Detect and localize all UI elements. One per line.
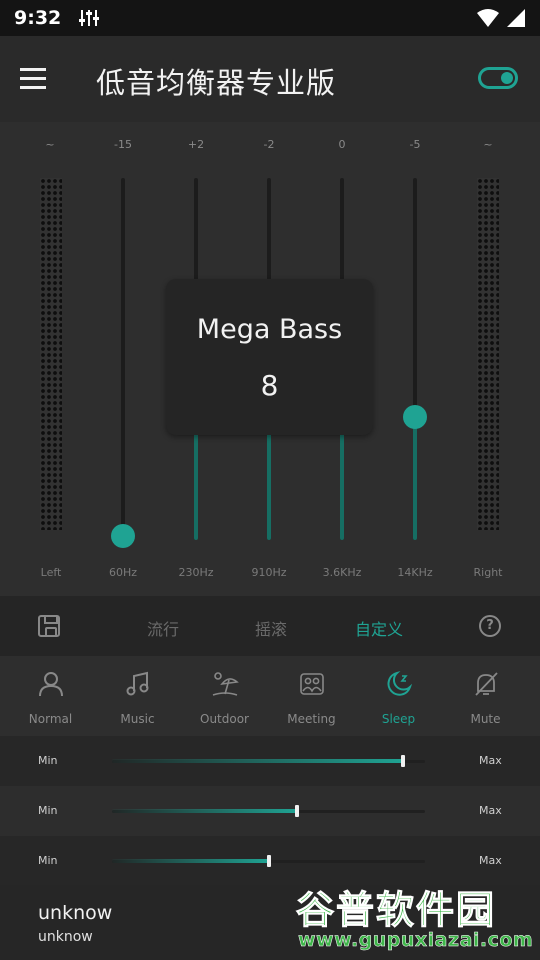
band-5-fill xyxy=(413,416,417,540)
track-artist: unknow xyxy=(38,929,93,945)
band-2-gain-label: +2 xyxy=(187,138,205,151)
music-note-icon xyxy=(126,671,149,696)
slider-3-max-label: Max xyxy=(479,854,502,867)
left-speaker-grille xyxy=(40,178,62,530)
mega-bass-popup: Mega Bass 8 xyxy=(166,279,373,435)
mode-mute[interactable]: Mute xyxy=(442,656,529,736)
mode-music-label: Music xyxy=(120,712,155,726)
status-bar: 9:32 xyxy=(0,0,540,36)
slider-2-thumb[interactable] xyxy=(294,805,299,817)
enable-toggle[interactable] xyxy=(478,67,518,89)
popup-title: Mega Bass xyxy=(196,314,343,345)
band-1-gain-label: -15 xyxy=(114,138,132,151)
mode-meeting[interactable]: Meeting xyxy=(268,656,355,736)
popup-value: 8 xyxy=(260,369,279,402)
status-time: 9:32 xyxy=(14,7,62,29)
band-3-freq-label: 910Hz xyxy=(251,566,287,579)
band-2-fill xyxy=(194,424,198,540)
mode-outdoor-label: Outdoor xyxy=(200,712,249,726)
mode-mute-label: Mute xyxy=(470,712,501,726)
preset-tab-pop[interactable]: 流行 xyxy=(147,616,179,640)
wifi-icon xyxy=(477,9,499,27)
person-icon xyxy=(39,672,63,697)
preset-bar: 流行 摇滚 自定义 xyxy=(0,596,540,656)
band-5-gain-label: -5 xyxy=(409,138,421,151)
band-3-gain-label: -2 xyxy=(263,138,275,151)
band-3-fill xyxy=(267,424,271,540)
equalizer-status-icon xyxy=(79,8,101,28)
mode-normal[interactable]: Normal xyxy=(7,656,94,736)
slider-3-min-label: Min xyxy=(38,854,58,867)
right-channel-top-label: ~ xyxy=(483,138,493,151)
mode-meeting-label: Meeting xyxy=(287,712,336,726)
mode-sleep-label: Sleep xyxy=(381,712,416,726)
band-4-fill xyxy=(340,424,344,540)
menu-icon[interactable] xyxy=(20,68,46,90)
group-icon xyxy=(300,673,324,695)
left-channel-top-label: ~ xyxy=(45,138,55,151)
band-1-thumb[interactable] xyxy=(111,524,135,549)
band-1-freq-label: 60Hz xyxy=(108,566,138,579)
band-1-track[interactable] xyxy=(121,178,125,540)
help-icon[interactable]: ? xyxy=(479,615,501,637)
right-speaker-grille xyxy=(477,178,499,530)
preset-tab-rock[interactable]: 摇滚 xyxy=(255,616,287,640)
band-4-gain-label: 0 xyxy=(338,138,346,151)
slider-2-min-label: Min xyxy=(38,804,58,817)
watermark-url: www.gupuxiazai.com xyxy=(298,929,534,952)
watermark-text: 谷普软件园 xyxy=(295,888,497,933)
slider-3-fill xyxy=(112,859,269,863)
preset-tab-custom[interactable]: 自定义 xyxy=(355,616,403,640)
band-4-freq-label: 3.6KHz xyxy=(322,566,362,579)
slider-row-1: Min Max xyxy=(0,736,540,786)
mode-normal-label: Normal xyxy=(28,712,73,726)
toggle-knob xyxy=(501,72,513,84)
slider-3-thumb[interactable] xyxy=(266,855,271,867)
band-5-freq-label: 14KHz xyxy=(397,566,433,579)
mode-music[interactable]: Music xyxy=(94,656,181,736)
beach-umbrella-icon xyxy=(212,672,239,696)
band-2-freq-label: 230Hz xyxy=(178,566,214,579)
save-icon[interactable] xyxy=(38,615,60,637)
slider-1-thumb[interactable] xyxy=(401,755,406,767)
slider-2-max-label: Max xyxy=(479,804,502,817)
mute-bell-icon xyxy=(475,672,498,696)
slider-1-fill xyxy=(112,759,404,763)
slider-1-max-label: Max xyxy=(479,754,502,767)
track-title: unknow xyxy=(38,902,113,924)
slider-row-2: Min Max xyxy=(0,786,540,836)
equalizer-panel: ~ Left -15 60Hz +2 230Hz -2 910Hz 0 3.6K… xyxy=(0,122,540,596)
left-channel-label: Left xyxy=(40,566,62,579)
moon-icon xyxy=(387,671,413,696)
sound-modes: Normal Music Outdoor Meeting Sleep Mute xyxy=(0,656,540,736)
right-channel-label: Right xyxy=(473,566,503,579)
app-title: 低音均衡器专业版 xyxy=(96,66,337,100)
app-header: 低音均衡器专业版 xyxy=(0,36,540,122)
site-watermark: 谷普软件园 www.gupuxiazai.com xyxy=(295,875,536,957)
mode-outdoor[interactable]: Outdoor xyxy=(181,656,268,736)
band-5-thumb[interactable] xyxy=(403,404,427,429)
slider-1-min-label: Min xyxy=(38,754,58,767)
signal-icon xyxy=(507,9,525,27)
slider-2-fill xyxy=(112,809,297,813)
mode-sleep[interactable]: Sleep xyxy=(355,656,442,736)
